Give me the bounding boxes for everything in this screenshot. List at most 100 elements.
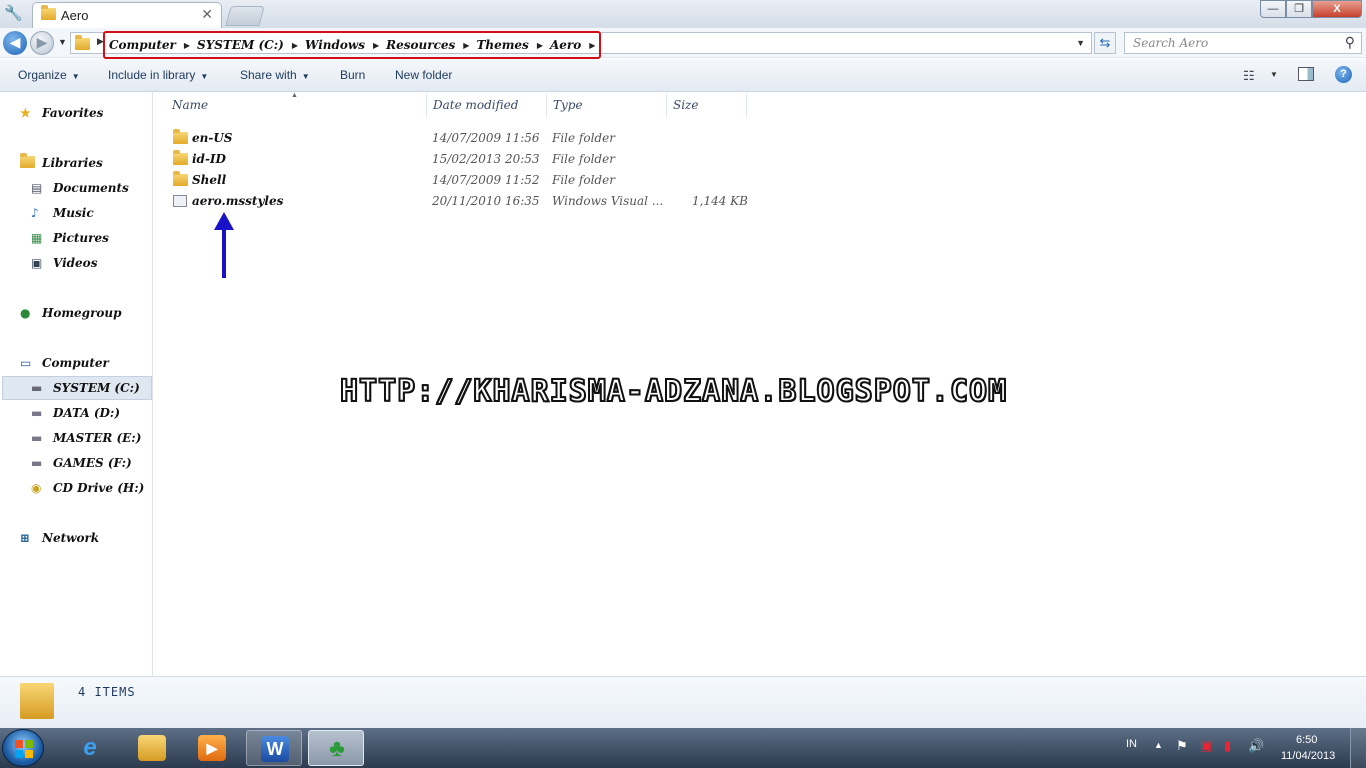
nav-drive-e[interactable]: ▬ MASTER (E:) [31,427,141,449]
column-header-date[interactable]: Date modified [433,98,518,116]
address-bar[interactable]: ▶ Computer ▶ SYSTEM (C:) ▶ Windows ▶ Resour… [70,31,1092,59]
nav-drive-c[interactable]: ▬ SYSTEM (C:) [31,377,140,399]
chevron-right-icon[interactable]: ▶ [463,40,469,50]
taskbar-media-player[interactable]: ▶ [184,730,240,766]
file-row[interactable]: en-US 14/07/2009 11:56 File folder [170,128,750,149]
breadcrumb-windows[interactable]: Windows ▶ [305,38,386,52]
annotation-arrow-shaft [222,228,226,278]
refresh-icon: ⇆ [1099,35,1111,50]
share-with-button[interactable]: Share with ▼ [240,68,310,82]
column-divider[interactable] [546,94,547,118]
clock-date[interactable]: 11/04/2013 [1281,750,1335,762]
refresh-button[interactable]: ⇆ [1094,32,1116,54]
help-icon[interactable]: ? [1335,66,1352,83]
preview-pane-icon[interactable] [1298,67,1314,81]
file-date: 20/11/2010 16:35 [432,194,540,208]
taskbar-word[interactable]: W [246,730,302,766]
nav-libraries[interactable]: Libraries [20,152,103,174]
burn-button[interactable]: Burn [340,68,365,82]
column-header-size[interactable]: Size [673,98,698,116]
back-button[interactable]: ◀ [3,31,27,55]
breadcrumb-computer[interactable]: Computer ▶ [109,38,197,52]
maximize-button[interactable]: ❐ [1286,0,1312,18]
column-divider[interactable] [746,94,747,118]
breadcrumb-themes[interactable]: Themes ▶ [476,38,550,52]
show-hidden-icons[interactable]: ▲ [1154,740,1163,750]
column-header-type[interactable]: Type [553,98,583,116]
command-bar: Organize ▼ Include in library ▼ Share with… [0,59,1366,92]
minimize-button[interactable]: — [1260,0,1286,18]
tab-close-icon[interactable]: ✕ [201,6,213,23]
chevron-right-icon[interactable]: ▶ [184,40,190,50]
tab-aero[interactable]: Aero ✕ [32,2,222,28]
nav-homegroup[interactable]: ● Homegroup [20,302,122,324]
nav-documents[interactable]: ▤ Documents [31,177,129,199]
history-dropdown-icon[interactable]: ▼ [58,37,67,47]
nav-drive-d[interactable]: ▬ DATA (D:) [31,402,120,424]
nav-music[interactable]: ♪ Music [31,202,94,224]
action-center-flag-icon[interactable]: ⚑ [1176,738,1188,754]
nav-network[interactable]: ⊞ Network [20,527,99,549]
nav-drive-f[interactable]: ▬ GAMES (F:) [31,452,132,474]
folder-icon [173,171,188,189]
drive-icon: ▬ [31,431,43,445]
search-icon[interactable]: ⚲ [1345,34,1355,51]
close-button[interactable]: X [1312,0,1362,18]
chevron-right-icon[interactable]: ▶ [292,40,298,50]
taskbar-internet-explorer[interactable]: e [62,730,118,766]
include-in-library-button[interactable]: Include in library ▼ [108,68,208,82]
view-options-icon[interactable]: ☷ [1243,68,1255,84]
file-row[interactable]: aero.msstyles 20/11/2010 16:35 Windows V… [170,191,750,212]
search-box: ⚲ [1124,32,1362,54]
address-dropdown-icon[interactable]: ▼ [1076,38,1085,48]
show-desktop-button[interactable] [1350,728,1366,768]
folder-icon [20,683,54,719]
chevron-right-icon[interactable]: ▶ [537,40,543,50]
column-divider[interactable] [426,94,427,118]
taskbar-explorer[interactable] [124,730,180,766]
column-divider[interactable] [666,94,667,118]
wrench-icon[interactable]: 🔧 [4,4,26,24]
nav-favorites[interactable]: ★ Favorites [20,102,103,124]
breadcrumb-resources[interactable]: Resources ▶ [386,38,476,52]
nav-drive-h[interactable]: ◉ CD Drive (H:) [31,477,144,499]
volume-icon[interactable]: 🔊 [1248,738,1264,754]
chevron-right-icon[interactable]: ▶ [373,40,379,50]
file-date: 14/07/2009 11:56 [432,131,540,145]
system-drive-icon: ▬ [31,381,43,395]
clock-time[interactable]: 6:50 [1296,734,1317,746]
nav-videos[interactable]: ▣ Videos [31,252,97,274]
file-size: 1,144 KB [692,194,748,208]
chevron-down-icon[interactable]: ▼ [1270,70,1278,79]
file-date: 14/07/2009 11:52 [432,173,540,187]
file-type: File folder [552,152,615,166]
file-row[interactable]: Shell 14/07/2009 11:52 File folder [170,170,750,191]
new-tab-button[interactable] [225,6,265,26]
file-name: Shell [192,173,227,187]
language-indicator[interactable]: IN [1126,738,1137,750]
new-folder-button[interactable]: New folder [395,68,452,82]
start-button[interactable] [2,729,44,767]
item-count: 4 ITEMS [78,685,136,699]
windows-logo-icon [15,740,33,758]
chevron-down-icon: ▼ [71,72,80,81]
taskbar-qttabbar[interactable]: ♣ [308,730,364,766]
nav-pictures[interactable]: ▦ Pictures [31,227,109,249]
signal-icon[interactable]: ▮ [1224,738,1231,754]
organize-button[interactable]: Organize ▼ [18,68,80,82]
breadcrumb: Computer ▶ SYSTEM (C:) ▶ Windows ▶ Resource… [103,31,602,59]
file-name: en-US [192,131,233,145]
chevron-right-icon[interactable]: ▶ [589,40,595,50]
nav-computer[interactable]: ▭ Computer [20,352,109,374]
usb-device-icon[interactable]: ▣ [1200,738,1212,754]
sort-ascending-icon: ▲ [291,92,298,99]
file-row[interactable]: id-ID 15/02/2013 20:53 File folder [170,149,750,170]
breadcrumb-system-c[interactable]: SYSTEM (C:) ▶ [197,38,305,52]
forward-button[interactable]: ▶ [30,31,54,55]
file-type: File folder [552,131,615,145]
column-header-name[interactable]: Name [172,98,208,116]
star-icon: ★ [20,106,31,120]
search-input[interactable] [1125,33,1325,53]
breadcrumb-aero[interactable]: Aero ▶ [550,38,595,52]
navigation-pane: ★ Favorites Libraries ▤ Documents ♪ Music ▦… [0,92,153,676]
